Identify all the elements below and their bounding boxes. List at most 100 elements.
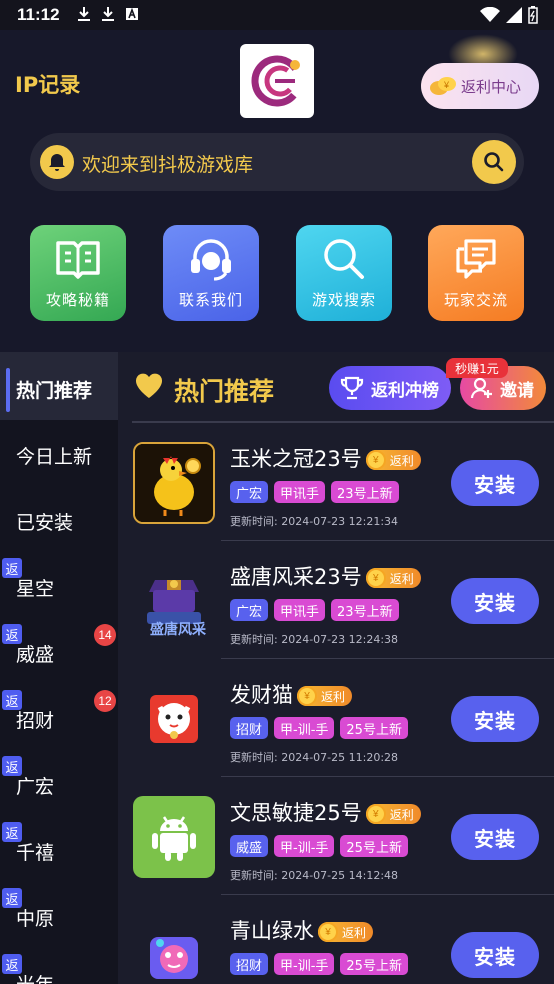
game-tag: 25号上新 <box>340 717 408 739</box>
game-tag: 招财 <box>230 953 269 975</box>
search-icon <box>484 152 504 172</box>
game-row[interactable]: 文思敏捷25号 ¥ 返利 威盛 甲-训-手 25号上新 更新时间: 2024-07-… <box>118 777 554 895</box>
sidebar-item-zhaocai[interactable]: 返 12 招财 <box>0 684 118 750</box>
game-name: 玉米之冠23号 ¥ 返利 <box>230 443 421 473</box>
search-bar[interactable]: 欢迎来到抖极游戏库 <box>30 133 524 191</box>
sidebar-item-label: 威盛 <box>16 644 55 666</box>
status-time: 11:12 <box>17 5 60 24</box>
game-tags: 广宏 甲讯手 23号上新 <box>230 599 399 621</box>
contact-label: 联系我们 <box>178 291 243 309</box>
game-tag: 25号上新 <box>340 953 408 975</box>
sidebar-item-label: 星空 <box>16 578 55 600</box>
rebate-center-button[interactable]: ¥ 返利中心 <box>421 63 539 109</box>
rebate-tag: ¥ 返利 <box>318 922 374 942</box>
sidebar-item-label: 今日上新 <box>16 446 93 468</box>
update-time: 更新时间: 2024-07-25 11:20:28 <box>230 751 399 764</box>
sidebar-item-weisheng[interactable]: 返 14 威盛 <box>0 618 118 684</box>
sidebar-item-guangnian[interactable]: 返 光年 <box>0 948 118 984</box>
sidebar-item-xingkong[interactable]: 返 星空 <box>0 552 118 618</box>
chicken-game-icon <box>133 442 215 524</box>
rebate-tag: ¥ 返利 <box>297 686 353 706</box>
coin-icon: ¥ <box>365 568 386 588</box>
notification-icons <box>76 6 140 22</box>
sidebar-item-zhongyuan[interactable]: 返 中原 <box>0 882 118 948</box>
game-tag: 甲-训-手 <box>274 717 335 739</box>
search-button[interactable] <box>472 140 516 184</box>
sidebar-item-guanghong[interactable]: 返 广宏 <box>0 750 118 816</box>
guide-button[interactable]: 攻略秘籍 <box>30 225 126 321</box>
sidebar-item-installed[interactable]: 已安装 <box>0 486 118 552</box>
sidebar-item-label: 招财 <box>16 710 55 732</box>
coins-icon: ¥ <box>430 77 456 95</box>
add-user-icon <box>470 377 492 399</box>
category-sidebar: 热门推荐 今日上新 已安装 返 星空 返 14 威盛 返 12 招财 返 广宏 … <box>0 352 118 984</box>
bell-icon <box>40 145 74 179</box>
game-tags: 招财 甲-训-手 25号上新 <box>230 717 408 739</box>
game-name-text: 文思敏捷25号 <box>230 801 362 825</box>
count-badge: 14 <box>94 624 116 646</box>
treasure-chest-game-icon: 盛唐风采 <box>133 560 215 642</box>
svg-text:¥: ¥ <box>443 80 450 90</box>
app-notification-icon <box>126 7 138 20</box>
sidebar-item-label: 广宏 <box>16 776 55 798</box>
install-button[interactable]: 安装 <box>451 814 539 860</box>
rebate-tag: ¥ 返利 <box>365 568 421 588</box>
svg-text:盛唐风采: 盛唐风采 <box>150 621 207 638</box>
sidebar-item-qianxi[interactable]: 返 千禧 <box>0 816 118 882</box>
game-search-button[interactable]: 游戏搜索 <box>296 225 392 321</box>
trophy-icon <box>340 376 364 400</box>
game-tag: 甲-训-手 <box>274 953 335 975</box>
game-tag: 甲讯手 <box>274 599 326 621</box>
count-badge: 12 <box>94 690 116 712</box>
sidebar-item-label: 热门推荐 <box>16 380 93 402</box>
game-tag: 甲讯手 <box>274 481 326 503</box>
lucky-cat-game-icon <box>133 678 215 760</box>
game-name: 青山绿水 ¥ 返利 <box>230 915 374 945</box>
heart-icon <box>135 373 163 398</box>
download-icon <box>78 7 90 21</box>
game-row[interactable]: 青山绿水 ¥ 返利 招财 甲-训-手 25号上新 安装 <box>118 895 554 984</box>
signal-icon <box>506 7 522 23</box>
rebate-ranking-button[interactable]: 返利冲榜 <box>329 366 451 410</box>
book-icon <box>56 241 100 279</box>
earn-tag: 秒赚1元 <box>446 358 508 378</box>
rebate-tag-label: 返利 <box>389 807 414 822</box>
game-name-text: 盛唐风采23号 <box>230 565 362 589</box>
active-indicator <box>6 368 10 412</box>
game-name: 发财猫 ¥ 返利 <box>230 679 353 709</box>
invite-label: 邀请 <box>500 380 534 401</box>
android-icon <box>133 796 215 878</box>
game-row[interactable]: 发财猫 ¥ 返利 招财 甲-训-手 25号上新 更新时间: 2024-07-25 1… <box>118 659 554 777</box>
app-logo-icon <box>251 55 303 107</box>
status-bar: 11:12 <box>0 0 554 30</box>
game-name-text: 玉米之冠23号 <box>230 447 362 471</box>
rebate-tag: ¥ 返利 <box>365 804 421 824</box>
chat-icon <box>456 239 496 279</box>
install-button[interactable]: 安装 <box>451 696 539 742</box>
game-search-label: 游戏搜索 <box>311 291 376 309</box>
ip-record-link[interactable]: IP记录 <box>15 69 80 99</box>
contact-button[interactable]: 联系我们 <box>163 225 259 321</box>
hot-section-header: 热门推荐 返利冲榜 邀请 秒赚1元 <box>118 352 554 422</box>
install-button[interactable]: 安装 <box>451 932 539 978</box>
rebate-tag-label: 返利 <box>389 453 414 468</box>
game-row[interactable]: 玉米之冠23号 ¥ 返利 广宏 甲讯手 23号上新 更新时间: 2024-07-23… <box>118 423 554 541</box>
game-tags: 威盛 甲-训-手 25号上新 <box>230 835 408 857</box>
sidebar-item-new-today[interactable]: 今日上新 <box>0 420 118 486</box>
rebate-tag: ¥ 返利 <box>365 450 421 470</box>
game-tag: 25号上新 <box>340 835 408 857</box>
install-button[interactable]: 安装 <box>451 578 539 624</box>
game-name: 文思敏捷25号 ¥ 返利 <box>230 797 421 827</box>
update-time: 更新时间: 2024-07-23 12:21:34 <box>230 515 399 528</box>
coin-icon: ¥ <box>365 450 386 470</box>
game-tag: 甲-训-手 <box>274 835 335 857</box>
install-button[interactable]: 安装 <box>451 460 539 506</box>
sidebar-item-label: 中原 <box>16 908 55 930</box>
player-chat-label: 玩家交流 <box>443 291 508 309</box>
download-icon <box>102 7 114 21</box>
sidebar-item-hot[interactable]: 热门推荐 <box>0 352 118 420</box>
game-row[interactable]: 盛唐风采 盛唐风采23号 ¥ 返利 广宏 甲讯手 23号上新 更新时间: 2024-… <box>118 541 554 659</box>
player-chat-button[interactable]: 玩家交流 <box>428 225 524 321</box>
sidebar-item-label: 千禧 <box>16 842 55 864</box>
sidebar-item-label: 已安装 <box>16 512 74 534</box>
